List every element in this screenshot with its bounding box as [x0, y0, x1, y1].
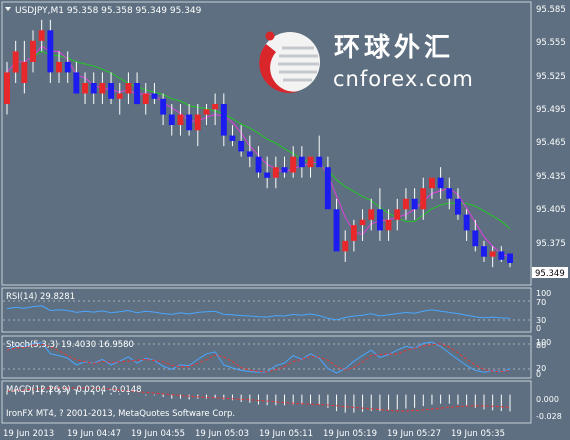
candle-body: [116, 93, 123, 99]
cnforex-logo: 环球外汇 cnforex.com: [259, 31, 474, 94]
candle-body: [142, 93, 149, 104]
candle-body: [238, 140, 245, 152]
macd-label: MACD(12,26,9) -0.0204 -0.0148: [6, 385, 142, 395]
candle-body: [455, 198, 461, 215]
candle-body: [350, 225, 357, 241]
rsi-tick-label: 0: [536, 324, 541, 333]
candle-body: [186, 114, 193, 131]
candle-body: [64, 61, 71, 73]
candle-body: [507, 253, 513, 263]
time-tick-label: 19 Jun 2013: [3, 429, 54, 439]
price-tick-label: 95.585: [536, 5, 566, 15]
candle-body: [385, 219, 392, 231]
candle-body: [463, 214, 470, 231]
candle-body: [47, 30, 54, 73]
time-tick-label: 19 Jun 04:47: [67, 429, 121, 439]
candle-body: [108, 83, 114, 99]
price-tick-label: 95.495: [536, 105, 566, 115]
candle-body: [429, 177, 435, 189]
candle-body: [220, 104, 227, 136]
time-tick-label: 19 Jun 05:35: [451, 429, 505, 439]
price-tick-label: 95.435: [536, 172, 566, 182]
candle-body: [82, 83, 88, 94]
candle-body: [264, 172, 271, 178]
price-tick-label: 95.375: [536, 239, 566, 249]
candle-body: [168, 114, 175, 125]
candle-body: [21, 61, 28, 83]
candle-body: [403, 198, 409, 210]
logo-red-dot: [265, 31, 275, 41]
candle-body: [481, 246, 487, 257]
candle-body: [324, 167, 331, 210]
candle-body: [307, 156, 314, 168]
candle-body: [298, 156, 305, 168]
candle-body: [56, 61, 62, 73]
candle-body: [498, 251, 505, 260]
current-price-label: 95.349: [535, 269, 565, 279]
time-tick-label: 19 Jun 05:27: [387, 429, 441, 439]
candle-body: [177, 114, 184, 125]
candle-body: [246, 151, 253, 157]
time-tick-label: 19 Jun 05:03: [195, 429, 249, 439]
candle-body: [359, 219, 366, 226]
stoch-label: Stoch(5,3,3) 19.4030 16.9580: [6, 340, 134, 350]
candle-body: [90, 83, 97, 94]
candle-body: [420, 188, 427, 210]
candle-body: [377, 209, 383, 231]
candle-body: [394, 209, 401, 220]
candle-body: [12, 51, 19, 73]
copyright-text: IronFX MT4, ? 2001-2013, MetaQuotes Soft…: [6, 409, 235, 419]
macd-tick-label: 0.000: [536, 395, 559, 404]
candle-body: [73, 72, 80, 94]
time-tick-label: 19 Jun 05:19: [323, 429, 377, 439]
candle-body: [38, 30, 45, 41]
trading-chart[interactable]: USDJPY,M1 95.358 95.358 95.349 95.349 环球…: [0, 0, 570, 440]
candle-body: [437, 177, 444, 189]
candle-body: [411, 198, 418, 210]
candle-body: [281, 167, 288, 173]
stoch-tick-label: 0: [536, 370, 541, 379]
candle-body: [368, 209, 375, 220]
rsi-label: RSI(14) 29.8281: [6, 292, 75, 302]
time-tick-label: 19 Jun 04:55: [131, 429, 185, 439]
price-tick-label: 95.465: [536, 138, 566, 148]
candle-body: [472, 230, 479, 247]
candle-body: [316, 156, 323, 168]
candle-body: [160, 98, 167, 115]
candle-body: [342, 240, 349, 252]
candle-body: [203, 109, 210, 115]
candle-body: [194, 114, 201, 131]
candle-body: [125, 83, 132, 94]
candle-body: [212, 104, 219, 110]
candle-body: [4, 72, 10, 104]
candle-body: [30, 40, 36, 62]
time-tick-label: 19 Jun 05:11: [259, 429, 313, 439]
logo-chinese-text: 环球外汇: [334, 33, 454, 63]
candle-body: [272, 167, 279, 178]
candle-body: [489, 251, 496, 257]
chart-header-title: USDJPY,M1 95.358 95.358 95.349 95.349: [15, 6, 202, 16]
price-tick-label: 95.525: [536, 72, 566, 82]
candle-body: [134, 83, 140, 105]
macd-tick-label: -0.028: [536, 412, 562, 421]
rsi-tick-label: 70: [536, 298, 546, 307]
stoch-tick-label: 80: [536, 341, 546, 350]
candle-body: [333, 209, 340, 252]
logo-latin-text: cnforex.com: [333, 67, 474, 91]
candle-body: [290, 156, 297, 173]
candle-body: [151, 93, 158, 99]
candle-body: [446, 188, 453, 199]
rsi-tick-label: 100: [536, 289, 551, 298]
price-tick-label: 95.405: [536, 205, 566, 215]
candle-body: [255, 156, 262, 173]
candle-body: [229, 135, 236, 141]
price-tick-label: 95.555: [536, 38, 566, 48]
candle-body: [99, 83, 106, 94]
